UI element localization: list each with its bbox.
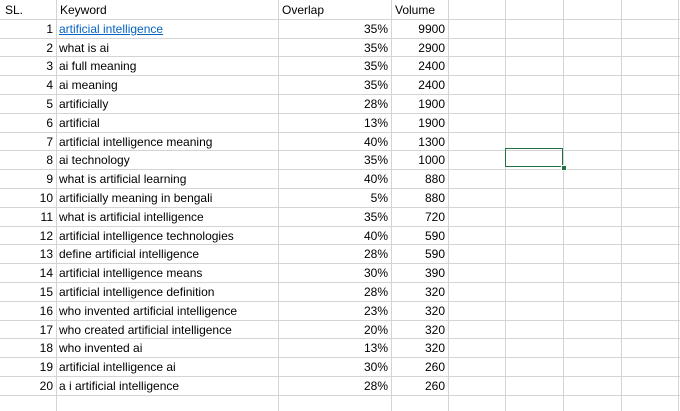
cell-overlap[interactable]: 13% [279, 114, 388, 132]
cell-sl[interactable]: 9 [0, 170, 53, 188]
column-divider [678, 0, 679, 411]
cell-sl[interactable]: 2 [0, 39, 53, 57]
cell-sl[interactable]: 11 [0, 208, 53, 226]
header-sl[interactable]: SL. [5, 1, 55, 19]
cell-overlap[interactable]: 5% [279, 189, 388, 207]
cell-volume[interactable]: 320 [392, 321, 445, 339]
cell-volume[interactable]: 320 [392, 302, 445, 320]
cell-overlap[interactable]: 28% [279, 377, 388, 395]
cell-volume[interactable]: 1000 [392, 151, 445, 169]
cell-overlap[interactable]: 35% [279, 208, 388, 226]
cell-overlap[interactable]: 40% [279, 133, 388, 151]
row-divider [0, 395, 680, 396]
cell-overlap[interactable]: 28% [279, 245, 388, 263]
cell-overlap[interactable]: 28% [279, 283, 388, 301]
cell-overlap[interactable]: 28% [279, 95, 388, 113]
cell-keyword[interactable]: artificial intelligence technologies [59, 227, 275, 245]
cell-volume[interactable]: 320 [392, 339, 445, 357]
cell-keyword[interactable]: artificially [59, 95, 275, 113]
cell-volume[interactable]: 1900 [392, 95, 445, 113]
cell-sl[interactable]: 6 [0, 114, 53, 132]
cell-overlap[interactable]: 30% [279, 358, 388, 376]
cell-keyword[interactable]: who created artificial intelligence [59, 321, 275, 339]
cell-keyword[interactable]: ai technology [59, 151, 275, 169]
cell-overlap[interactable]: 20% [279, 321, 388, 339]
cell-overlap[interactable]: 35% [279, 20, 388, 38]
cell-volume[interactable]: 2900 [392, 39, 445, 57]
cell-keyword[interactable]: artificial intelligence means [59, 264, 275, 282]
cell-volume[interactable]: 880 [392, 189, 445, 207]
cell-keyword[interactable]: ai full meaning [59, 57, 275, 75]
cell-sl[interactable]: 13 [0, 245, 53, 263]
cell-overlap[interactable]: 35% [279, 57, 388, 75]
column-divider [563, 0, 564, 411]
cell-overlap[interactable]: 40% [279, 170, 388, 188]
cell-volume[interactable]: 260 [392, 377, 445, 395]
cell-keyword[interactable]: ai meaning [59, 76, 275, 94]
cell-overlap[interactable]: 23% [279, 302, 388, 320]
cell-volume[interactable]: 1900 [392, 114, 445, 132]
cell-volume[interactable]: 590 [392, 245, 445, 263]
cell-keyword[interactable]: artificial intelligence definition [59, 283, 275, 301]
cell-sl[interactable]: 15 [0, 283, 53, 301]
column-divider [505, 0, 506, 411]
cell-volume[interactable]: 880 [392, 170, 445, 188]
column-divider [56, 0, 57, 411]
cell-overlap[interactable]: 35% [279, 76, 388, 94]
cell-sl[interactable]: 14 [0, 264, 53, 282]
cell-sl[interactable]: 7 [0, 133, 53, 151]
column-divider [448, 0, 449, 411]
cell-volume[interactable]: 1300 [392, 133, 445, 151]
cell-keyword[interactable]: what is ai [59, 39, 275, 57]
cell-keyword[interactable]: artificial intelligence meaning [59, 133, 275, 151]
cell-overlap[interactable]: 30% [279, 264, 388, 282]
cell-overlap[interactable]: 35% [279, 151, 388, 169]
spreadsheet-grid[interactable]: SL. Keyword Overlap Volume 1 artificial i… [0, 0, 680, 411]
cell-overlap[interactable]: 35% [279, 39, 388, 57]
cell-sl[interactable]: 3 [0, 57, 53, 75]
cell-volume[interactable]: 720 [392, 208, 445, 226]
cell-keyword[interactable]: artificially meaning in bengali [59, 189, 275, 207]
cell-sl[interactable]: 10 [0, 189, 53, 207]
cell-sl[interactable]: 18 [0, 339, 53, 357]
cell-keyword[interactable]: what is artificial learning [59, 170, 275, 188]
cell-keyword[interactable]: who invented artificial intelligence [59, 302, 275, 320]
cell-volume[interactable]: 9900 [392, 20, 445, 38]
cell-sl[interactable]: 5 [0, 95, 53, 113]
cell-sl[interactable]: 8 [0, 151, 53, 169]
cell-volume[interactable]: 260 [392, 358, 445, 376]
cell-volume[interactable]: 320 [392, 283, 445, 301]
cell-keyword[interactable]: define artificial intelligence [59, 245, 275, 263]
selected-cell[interactable] [505, 148, 563, 167]
cell-keyword[interactable]: what is artificial intelligence [59, 208, 275, 226]
cell-volume[interactable]: 2400 [392, 57, 445, 75]
cell-sl[interactable]: 12 [0, 227, 53, 245]
cell-volume[interactable]: 590 [392, 227, 445, 245]
header-overlap[interactable]: Overlap [282, 1, 388, 19]
cell-volume[interactable]: 390 [392, 264, 445, 282]
cell-sl[interactable]: 16 [0, 302, 53, 320]
cell-keyword[interactable]: a i artificial intelligence [59, 377, 275, 395]
header-keyword[interactable]: Keyword [60, 1, 275, 19]
cell-keyword[interactable]: artificial [59, 114, 275, 132]
cell-keyword-link[interactable]: artificial intelligence [59, 20, 275, 38]
cell-sl[interactable]: 1 [0, 20, 53, 38]
cell-keyword[interactable]: artificial intelligence ai [59, 358, 275, 376]
column-divider [621, 0, 622, 411]
cell-sl[interactable]: 20 [0, 377, 53, 395]
cell-keyword[interactable]: who invented ai [59, 339, 275, 357]
cell-sl[interactable]: 19 [0, 358, 53, 376]
cell-sl[interactable]: 17 [0, 321, 53, 339]
cell-sl[interactable]: 4 [0, 76, 53, 94]
cell-overlap[interactable]: 40% [279, 227, 388, 245]
fill-handle[interactable] [561, 165, 567, 171]
cell-volume[interactable]: 2400 [392, 76, 445, 94]
cell-overlap[interactable]: 13% [279, 339, 388, 357]
header-volume[interactable]: Volume [395, 1, 445, 19]
